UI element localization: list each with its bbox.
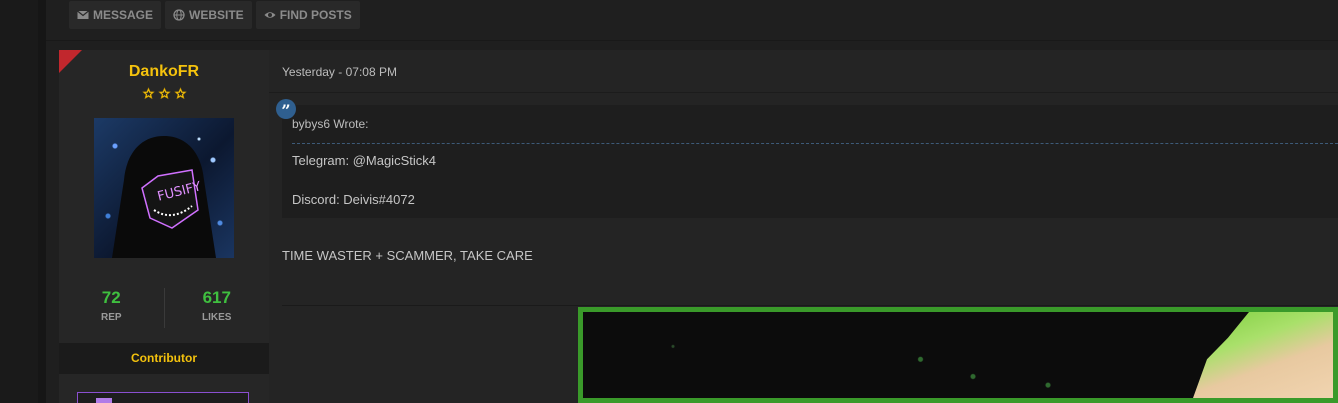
author-stats: 72 REP 617 LIKES <box>59 288 269 328</box>
post-date[interactable]: Yesterday - 07:08 PM <box>282 65 397 79</box>
post-header-divider <box>269 92 1338 93</box>
signature-divider <box>282 305 1338 306</box>
previous-post-actions: MESSAGE WEBSITE FIND POSTS <box>69 1 360 29</box>
author-panel: DankoFR FUSIFY 72 REP 617 LIKES Contribu… <box>59 50 269 403</box>
likes-value: 617 <box>202 288 231 307</box>
signature-image <box>578 307 1338 403</box>
message-button-label: MESSAGE <box>93 8 154 22</box>
userbar-icon <box>96 398 112 403</box>
quote-line: Telegram: @MagicStick4 <box>292 153 436 168</box>
post-body: Yesterday - 07:08 PM bybys6 Wrote: Teleg… <box>269 50 1338 403</box>
signature-character <box>1193 312 1333 398</box>
author-username[interactable]: DankoFR <box>59 63 269 81</box>
rank-stars <box>59 87 269 100</box>
envelope-icon <box>77 10 89 19</box>
post-separator <box>46 40 1338 41</box>
left-gutter-line <box>38 0 46 403</box>
quote-icon: ” <box>276 99 296 120</box>
find-posts-button-label: FIND POSTS <box>279 8 352 22</box>
userbar <box>77 392 249 403</box>
find-posts-button[interactable]: FIND POSTS <box>255 1 360 29</box>
post-message: TIME WASTER + SCAMMER, TAKE CARE <box>282 248 533 263</box>
avatar[interactable]: FUSIFY <box>94 118 234 258</box>
rep-value: 72 <box>101 288 121 307</box>
star-icon <box>157 87 171 100</box>
star-icon <box>173 87 187 100</box>
quote-block: bybys6 Wrote: Telegram: @MagicStick4 Dis… <box>282 105 1338 218</box>
rep-label: REP <box>100 312 122 323</box>
role-badge: Contributor <box>59 343 269 374</box>
message-button[interactable]: MESSAGE <box>69 1 162 29</box>
likes-stat[interactable]: 617 LIKES <box>165 288 270 328</box>
star-icon <box>141 87 155 100</box>
likes-label: LIKES <box>202 312 232 323</box>
website-button-label: WEBSITE <box>189 8 244 22</box>
quote-author[interactable]: bybys6 Wrote: <box>292 117 368 131</box>
globe-icon <box>173 9 185 21</box>
rep-stat[interactable]: 72 REP <box>59 288 164 328</box>
eye-icon <box>264 12 276 18</box>
website-button[interactable]: WEBSITE <box>165 1 252 29</box>
forum-page: MESSAGE WEBSITE FIND POSTS DankoFR FUSIF… <box>0 0 1338 403</box>
quote-divider <box>292 143 1338 144</box>
avatar-figure: FUSIFY <box>112 136 216 258</box>
quote-line: Discord: Deivis#4072 <box>292 192 415 207</box>
